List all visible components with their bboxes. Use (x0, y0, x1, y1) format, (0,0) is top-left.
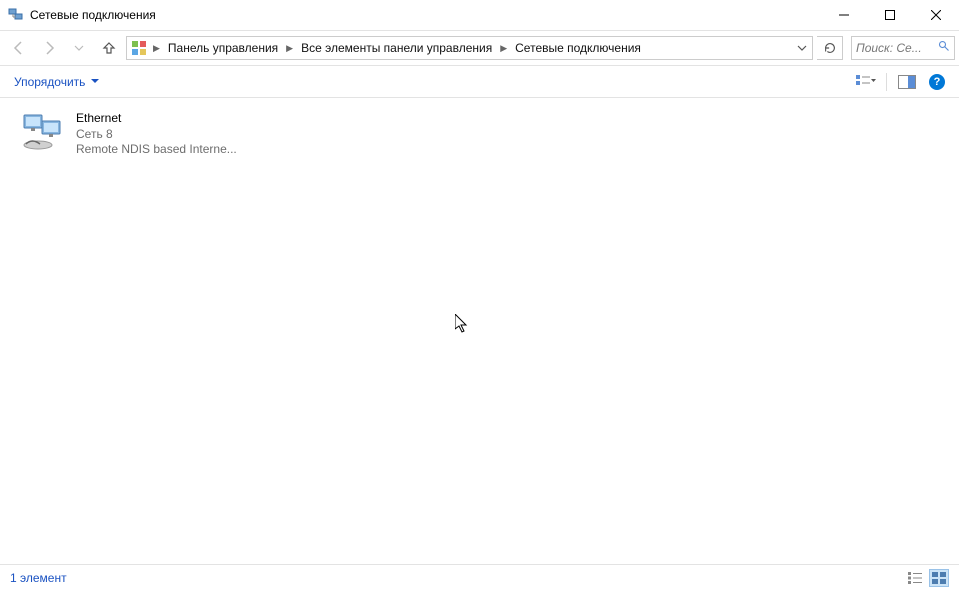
breadcrumb-item[interactable]: Сетевые подключения (509, 37, 647, 59)
chevron-right-icon[interactable]: ▶ (151, 43, 162, 54)
organize-label: Упорядочить (14, 75, 85, 89)
organize-button[interactable]: Упорядочить (8, 71, 105, 93)
search-box[interactable] (851, 36, 955, 60)
window-title: Сетевые подключения (30, 8, 821, 22)
connection-text: Ethernet Сеть 8 Remote NDIS based Intern… (76, 111, 237, 158)
address-bar[interactable]: ▶ Панель управления ▶ Все элементы панел… (126, 36, 813, 60)
breadcrumb-item[interactable]: Панель управления (162, 37, 284, 59)
chevron-down-icon (91, 78, 99, 86)
connection-device: Remote NDIS based Interne... (76, 142, 237, 158)
help-icon: ? (929, 74, 945, 90)
up-button[interactable] (96, 35, 122, 61)
search-icon (938, 39, 950, 57)
maximize-button[interactable] (867, 0, 913, 30)
back-button[interactable] (6, 35, 32, 61)
breadcrumb-item[interactable]: Все элементы панели управления (295, 37, 498, 59)
ethernet-icon (20, 113, 64, 151)
window-icon (8, 7, 24, 23)
chevron-right-icon[interactable]: ▶ (284, 43, 295, 54)
separator (886, 73, 887, 91)
connection-network: Сеть 8 (76, 127, 237, 143)
large-icons-view-button[interactable] (929, 569, 949, 587)
titlebar: Сетевые подключения (0, 0, 959, 31)
preview-pane-button[interactable] (897, 72, 917, 92)
close-button[interactable] (913, 0, 959, 30)
status-count: 1 элемент (10, 571, 67, 585)
content-area[interactable]: Ethernet Сеть 8 Remote NDIS based Intern… (0, 99, 959, 564)
connection-item[interactable]: Ethernet Сеть 8 Remote NDIS based Intern… (18, 109, 268, 160)
details-view-button[interactable] (905, 569, 925, 587)
view-options-button[interactable] (856, 72, 876, 92)
forward-button[interactable] (36, 35, 62, 61)
refresh-button[interactable] (817, 36, 843, 60)
navbar: ▶ Панель управления ▶ Все элементы панел… (0, 31, 959, 66)
control-panel-icon (131, 40, 147, 56)
help-button[interactable]: ? (927, 72, 947, 92)
connection-name: Ethernet (76, 111, 237, 127)
minimize-button[interactable] (821, 0, 867, 30)
statusbar: 1 элемент (0, 564, 959, 590)
search-input[interactable] (856, 41, 938, 55)
address-dropdown[interactable] (792, 43, 812, 53)
toolbar: Упорядочить ? (0, 66, 959, 98)
history-dropdown[interactable] (66, 35, 92, 61)
chevron-right-icon[interactable]: ▶ (498, 43, 509, 54)
